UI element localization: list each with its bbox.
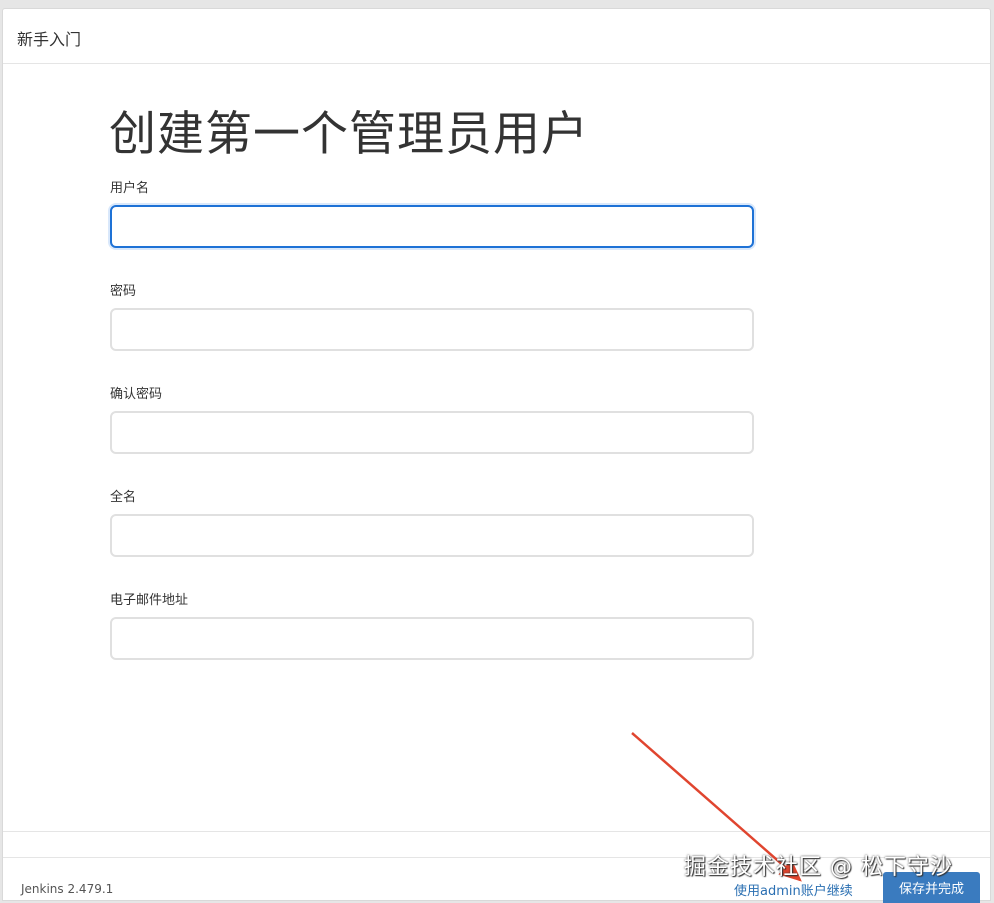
wizard-header: 新手入门 bbox=[3, 9, 990, 64]
password-input[interactable] bbox=[110, 308, 754, 351]
continue-as-admin-link[interactable]: 使用admin账户继续 bbox=[734, 880, 853, 899]
page-title: 创建第一个管理员用户 bbox=[109, 107, 589, 162]
fullname-label: 全名 bbox=[110, 490, 137, 505]
confirm-password-label: 确认密码 bbox=[110, 387, 163, 402]
confirm-password-input[interactable] bbox=[110, 411, 754, 454]
username-input[interactable] bbox=[110, 205, 754, 248]
watermark: 掘金技术社区 @ 松下守沙 bbox=[684, 855, 953, 880]
email-input[interactable] bbox=[110, 617, 754, 660]
fullname-input[interactable] bbox=[110, 514, 754, 557]
password-label: 密码 bbox=[110, 284, 137, 299]
wizard-title: 新手入门 bbox=[17, 30, 82, 49]
setup-wizard-window: 新手入门 创建第一个管理员用户 用户名 密码 确认密码 全名 电子邮件地址 Je… bbox=[2, 8, 991, 903]
version-label: Jenkins 2.479.1 bbox=[21, 882, 114, 896]
email-label: 电子邮件地址 bbox=[110, 593, 189, 608]
username-label: 用户名 bbox=[110, 181, 150, 196]
footer-divider bbox=[3, 831, 990, 832]
